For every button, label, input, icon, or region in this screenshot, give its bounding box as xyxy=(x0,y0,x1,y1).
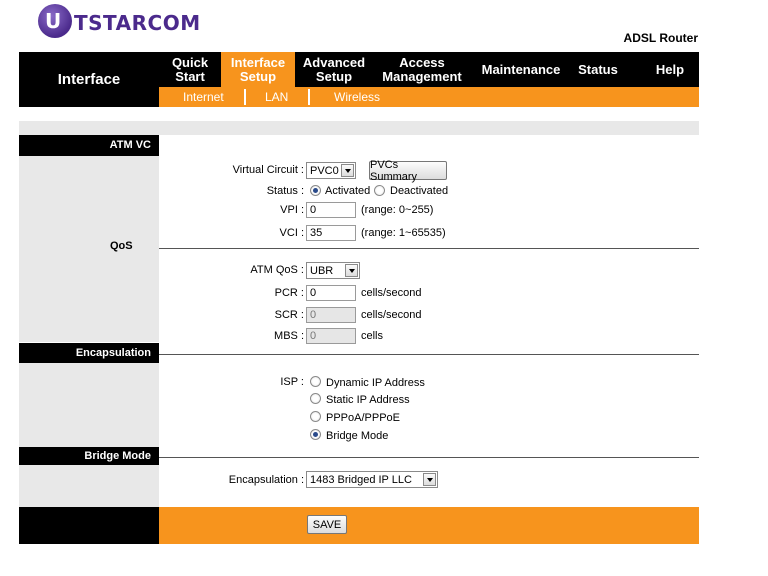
vpi-label: VPI : xyxy=(280,204,304,216)
section-qos: QoS xyxy=(110,240,133,252)
encap-divider xyxy=(159,354,699,355)
subnav-wireless[interactable]: Wireless xyxy=(334,87,380,107)
nav-status[interactable]: Status xyxy=(568,52,628,87)
scr-unit: cells/second xyxy=(361,309,422,321)
bridge-encapsulation-select[interactable]: 1483 Bridged IP LLC xyxy=(306,471,438,488)
isp-static-ip-label: Static IP Address xyxy=(326,394,410,406)
subnav-lan[interactable]: LAN xyxy=(265,87,288,107)
left-panel-encap xyxy=(19,363,159,447)
logo-name: TSTARCOM xyxy=(74,11,201,35)
section-encapsulation: Encapsulation xyxy=(19,343,159,363)
bridge-encap-value: 1483 Bridged IP LLC xyxy=(310,473,412,486)
nav-line1: Quick xyxy=(171,54,209,70)
logo-letter: U xyxy=(45,9,61,33)
vci-range: (range: 1~65535) xyxy=(361,227,446,239)
nav-line2: Start xyxy=(175,68,205,84)
chevron-down-icon xyxy=(423,473,436,486)
chevron-down-icon xyxy=(345,264,358,277)
bridge-divider xyxy=(159,457,699,458)
atm-qos-select[interactable]: UBR xyxy=(306,262,360,279)
nav-advanced-setup[interactable]: Advanced Setup xyxy=(295,52,373,87)
nav-maintenance[interactable]: Maintenance xyxy=(476,52,566,87)
vpi-input[interactable] xyxy=(306,202,356,218)
nav-access-management[interactable]: Access Management xyxy=(373,52,471,87)
product-name: ADSL Router xyxy=(623,31,698,45)
pvcs-summary-button[interactable]: PVCs Summary xyxy=(369,159,447,183)
nav-line1: Interface xyxy=(230,54,286,70)
isp-bridge-mode-label: Bridge Mode xyxy=(326,430,389,442)
nav-line2: Setup xyxy=(239,68,277,84)
grey-strip xyxy=(19,121,699,135)
status-deactivated-label: Deactivated xyxy=(390,185,449,197)
chevron-down-icon xyxy=(341,164,354,177)
scr-input[interactable] xyxy=(306,307,356,323)
nav-quick-start[interactable]: Quick Start xyxy=(159,52,221,87)
pcr-input[interactable] xyxy=(306,285,356,301)
isp-pppoa-pppoe-label: PPPoA/PPPoE xyxy=(326,412,400,424)
vci-label: VCI : xyxy=(279,227,304,239)
isp-dynamic-ip-label: Dynamic IP Address xyxy=(326,377,425,389)
virtual-circuit-select[interactable]: PVC0 xyxy=(306,162,356,179)
footer-left xyxy=(19,507,159,544)
nav-help[interactable]: Help xyxy=(640,52,700,87)
nav-line1: Access xyxy=(399,54,445,70)
nav-line1: Advanced xyxy=(302,54,366,70)
isp-dynamic-ip-radio[interactable] xyxy=(310,376,321,387)
isp-label: ISP : xyxy=(280,376,304,388)
atm-qos-label: ATM QoS : xyxy=(250,264,304,276)
bridge-encap-label: Encapsulation : xyxy=(228,474,304,486)
subnav-divider xyxy=(244,89,246,105)
mbs-unit: cells xyxy=(361,330,384,342)
nav-line2: Setup xyxy=(315,68,353,84)
nav-interface-setup[interactable]: Interface Setup xyxy=(221,52,295,87)
qos-divider xyxy=(159,248,699,249)
isp-static-ip-radio[interactable] xyxy=(310,393,321,404)
pcr-label: PCR : xyxy=(274,287,304,299)
vci-input[interactable] xyxy=(306,225,356,241)
nav-line2: Management xyxy=(382,68,462,84)
vpi-range: (range: 0~255) xyxy=(361,204,434,216)
sub-nav-bar xyxy=(159,87,699,107)
pcr-unit: cells/second xyxy=(361,287,422,299)
vc-label: Virtual Circuit : xyxy=(232,164,304,176)
footer-bar xyxy=(159,507,699,544)
scr-label: SCR : xyxy=(274,309,304,321)
section-atm-vc: ATM VC xyxy=(19,135,159,156)
isp-bridge-mode-radio[interactable] xyxy=(310,429,321,440)
left-panel-atm xyxy=(19,156,159,342)
mbs-label: MBS : xyxy=(274,330,304,342)
subnav-divider xyxy=(308,89,310,105)
brand-logo: U TSTARCOM xyxy=(38,0,200,38)
status-label: Status : xyxy=(266,185,304,197)
atm-qos-value: UBR xyxy=(310,264,334,277)
save-button[interactable]: SAVE xyxy=(307,515,347,534)
section-bridge-mode: Bridge Mode xyxy=(19,447,159,465)
mbs-input[interactable] xyxy=(306,328,356,344)
subnav-internet[interactable]: Internet xyxy=(183,87,224,107)
isp-pppoa-pppoe-radio[interactable] xyxy=(310,411,321,422)
status-activated-radio[interactable] xyxy=(310,185,321,196)
vc-value: PVC0 xyxy=(310,164,339,177)
status-deactivated-radio[interactable] xyxy=(374,185,385,196)
status-activated-label: Activated xyxy=(325,185,371,197)
left-panel-bridge xyxy=(19,465,159,507)
section-title: Interface xyxy=(19,52,159,107)
